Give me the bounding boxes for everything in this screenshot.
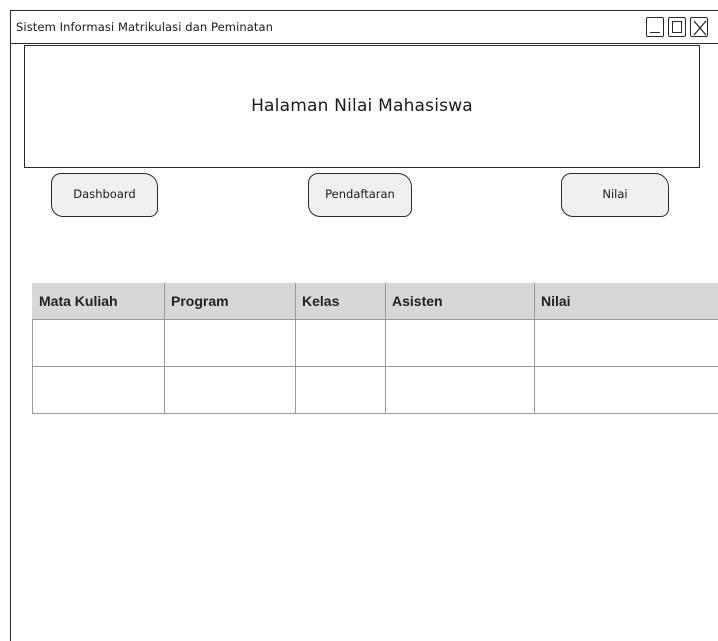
table-row [32,319,718,367]
dashboard-button[interactable]: Dashboard [51,173,158,217]
pendaftaran-button[interactable]: Pendaftaran [308,173,412,217]
table-cell [385,319,535,367]
table-cell [295,366,386,414]
table-cell [164,319,296,367]
title-bar: Sistem Informasi Matrikulasi dan Peminat… [11,11,718,44]
table-cell [534,319,718,367]
column-header-program: Program [164,283,296,320]
nilai-button[interactable]: Nilai [561,173,669,217]
column-header-nilai: Nilai [534,283,718,320]
table-cell [32,319,165,367]
minimize-icon[interactable] [646,17,664,37]
page-title: Halaman Nilai Mahasiswa [251,96,473,116]
table-cell [534,366,718,414]
grades-table: Mata Kuliah Program Kelas Asisten Nilai [32,283,718,414]
window-title: Sistem Informasi Matrikulasi dan Peminat… [16,20,274,34]
column-header-mata-kuliah: Mata Kuliah [32,283,165,320]
column-header-kelas: Kelas [295,283,386,320]
table-row [32,366,718,414]
table-cell [385,366,535,414]
maximize-icon[interactable] [668,17,686,37]
table-header-row: Mata Kuliah Program Kelas Asisten Nilai [32,283,718,320]
table-cell [295,319,386,367]
close-icon[interactable] [690,17,708,37]
page-header: Halaman Nilai Mahasiswa [24,45,700,168]
table-cell [164,366,296,414]
table-cell [32,366,165,414]
column-header-asisten: Asisten [385,283,535,320]
